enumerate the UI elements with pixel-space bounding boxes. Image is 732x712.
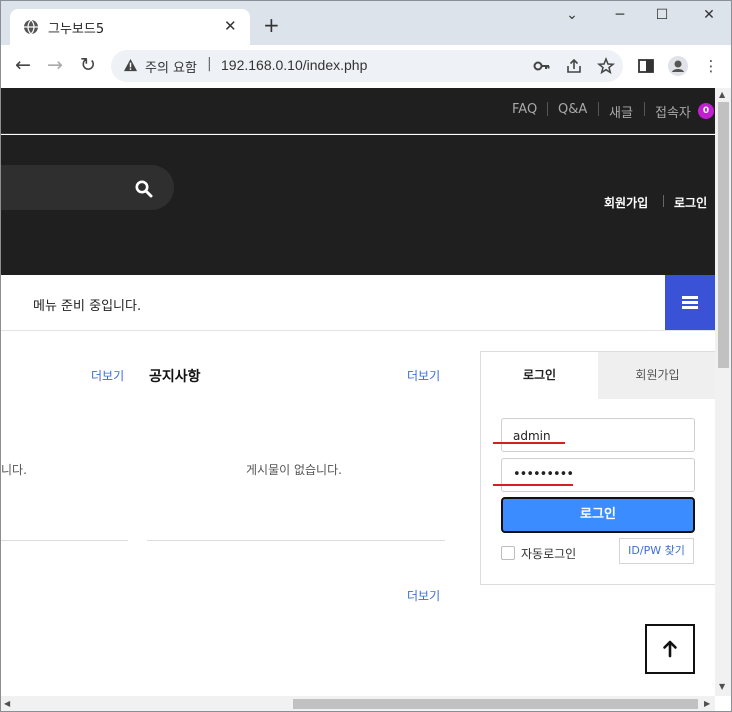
header-link-divider <box>663 195 664 207</box>
main-menu-bar: 메뉴 준비 중입니다. <box>1 275 715 331</box>
header-login-link[interactable]: 로그인 <box>674 194 707 211</box>
notice-title[interactable]: 공지사항 <box>149 366 201 386</box>
username-field[interactable]: admin <box>501 418 695 452</box>
forward-arrow-icon[interactable]: → <box>44 54 66 76</box>
url-text[interactable]: 192.168.0.10/index.php <box>221 57 367 73</box>
horizontal-scrollbar[interactable]: ◀ ▶ <box>1 696 715 711</box>
key-icon[interactable] <box>533 57 551 75</box>
red-underline-annotation <box>493 484 573 486</box>
notice-empty-text: 게시물이 없습니다. <box>246 463 342 477</box>
kebab-menu-icon[interactable]: ⋮ <box>700 55 722 77</box>
scroll-up-arrow-icon[interactable]: ▲ <box>719 90 725 99</box>
back-arrow-icon[interactable]: ← <box>12 54 34 76</box>
notice-more-link[interactable]: 더보기 <box>407 367 440 384</box>
red-underline-annotation <box>493 442 565 444</box>
hamburger-line <box>682 296 698 299</box>
scroll-right-arrow-icon[interactable]: ▶ <box>704 699 710 708</box>
warning-icon[interactable] <box>123 58 138 73</box>
scroll-left-arrow-icon[interactable]: ◀ <box>4 699 10 708</box>
left-section-divider <box>1 540 128 541</box>
tab-close-icon[interactable]: ✕ <box>224 17 237 35</box>
left-more-link[interactable]: 더보기 <box>91 367 124 384</box>
horizontal-scroll-thumb[interactable] <box>293 699 698 709</box>
password-field[interactable]: ••••••••• <box>501 458 695 492</box>
maximize-button[interactable]: ☐ <box>647 7 677 29</box>
tab-search-chevron-icon[interactable]: ⌄ <box>557 7 587 29</box>
site-header: 회원가입 로그인 <box>1 135 715 275</box>
link-divider <box>598 102 599 116</box>
visitors-link[interactable]: 접속자 <box>655 102 691 121</box>
top-links-bar: FAQ Q&A 새글 접속자 0 <box>1 88 715 134</box>
tab-title: 그누보드5 <box>48 22 105 37</box>
page-viewport: FAQ Q&A 새글 접속자 0 회원가입 로그인 메뉴 준비 중입니다. 더보… <box>1 88 715 696</box>
link-divider <box>547 102 548 116</box>
bookmark-star-icon[interactable] <box>597 57 615 75</box>
address-bar[interactable]: 주의 요함 | 192.168.0.10/index.php <box>111 50 623 82</box>
arrow-up-icon <box>663 640 677 658</box>
browser-window: 그누보드5 ✕ + ⌄ ─ ☐ ✕ ← → ↻ 주의 요함 | 192.168.… <box>0 0 732 712</box>
globe-icon <box>24 19 38 35</box>
new-tab-button[interactable]: + <box>263 15 280 35</box>
side-panel-icon[interactable] <box>635 55 657 77</box>
new-posts-link[interactable]: 새글 <box>609 102 633 121</box>
scroll-to-top-button[interactable] <box>645 624 695 674</box>
search-icon[interactable] <box>134 179 154 199</box>
auto-login-label[interactable]: 자동로그인 <box>521 545 576 562</box>
security-status[interactable]: 주의 요함 <box>145 57 197 76</box>
login-box: 로그인 회원가입 admin ••••••••• 로그인 자동로그인 ID/PW… <box>480 351 715 585</box>
hamburger-line <box>682 301 698 304</box>
notice-section-divider <box>147 540 445 541</box>
profile-avatar-icon[interactable] <box>667 55 689 77</box>
browser-tab[interactable]: 그누보드5 ✕ <box>10 9 250 45</box>
bottom-more-link[interactable]: 더보기 <box>407 587 440 604</box>
hamburger-menu-button[interactable] <box>665 275 715 330</box>
browser-toolbar: ← → ↻ 주의 요함 | 192.168.0.10/index.php ⋮ <box>1 45 731 87</box>
find-idpw-button[interactable]: ID/PW 찾기 <box>619 538 694 564</box>
faq-link[interactable]: FAQ <box>512 102 537 117</box>
close-window-button[interactable]: ✕ <box>694 7 724 29</box>
reload-icon[interactable]: ↻ <box>77 54 99 76</box>
qna-link[interactable]: Q&A <box>558 102 587 117</box>
visitor-count-badge: 0 <box>698 103 714 119</box>
tab-register[interactable]: 회원가입 <box>598 352 715 399</box>
vertical-scroll-thumb[interactable] <box>718 102 729 368</box>
minimize-button[interactable]: ─ <box>605 7 635 29</box>
address-separator: | <box>207 56 212 72</box>
auto-login-checkbox[interactable] <box>501 546 515 560</box>
login-submit-button[interactable]: 로그인 <box>501 497 695 533</box>
share-icon[interactable] <box>565 57 583 75</box>
scroll-down-arrow-icon[interactable]: ▼ <box>719 682 725 691</box>
tab-strip: 그누보드5 ✕ + ⌄ ─ ☐ ✕ <box>1 1 731 45</box>
header-register-link[interactable]: 회원가입 <box>604 194 648 211</box>
vertical-scrollbar[interactable]: ▲ ▼ <box>715 88 731 696</box>
hamburger-line <box>682 306 698 309</box>
menu-placeholder: 메뉴 준비 중입니다. <box>33 299 142 314</box>
tab-login[interactable]: 로그인 <box>481 352 598 399</box>
left-empty-text: 니다. <box>1 463 27 477</box>
link-divider <box>644 102 645 116</box>
